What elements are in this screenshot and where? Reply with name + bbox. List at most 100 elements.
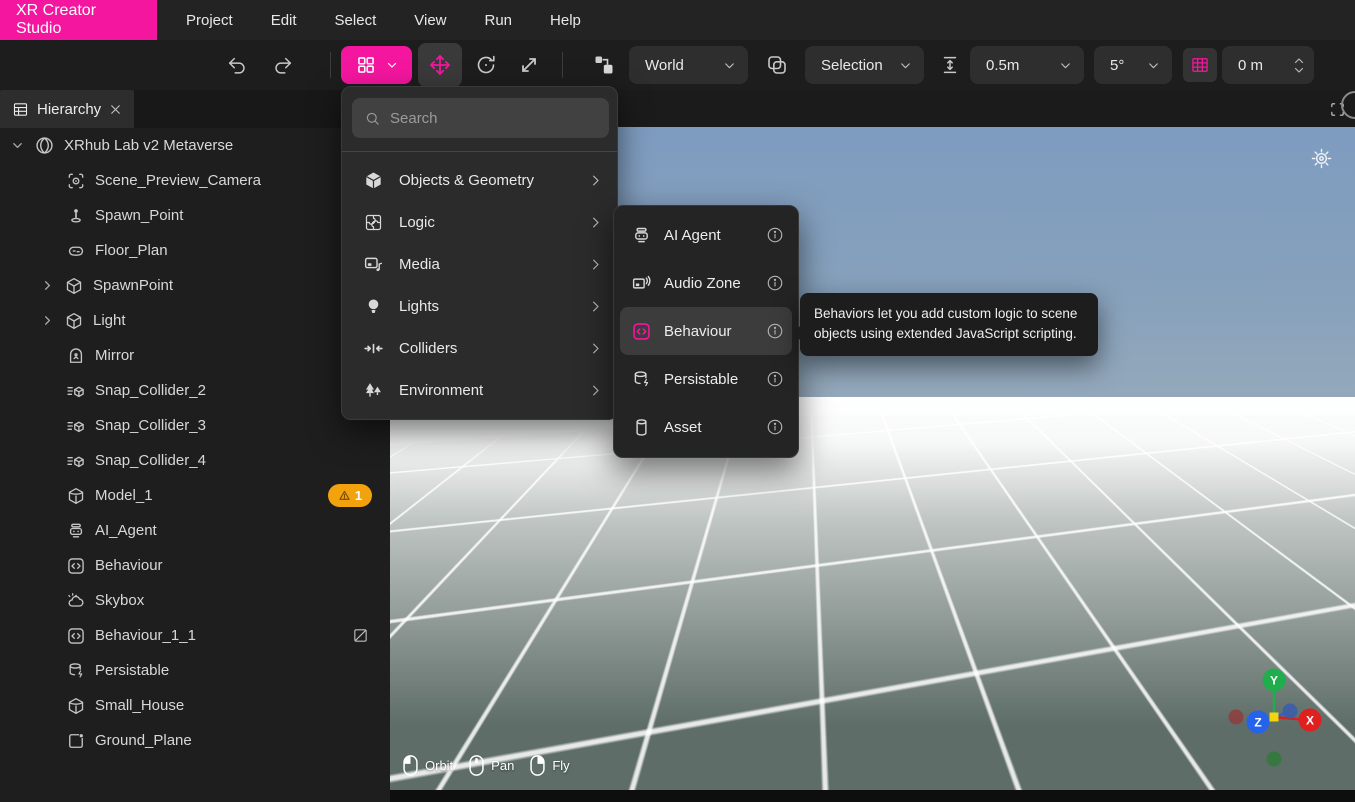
robot-icon <box>66 521 86 541</box>
chevron-down-icon[interactable] <box>10 138 25 153</box>
tree-item[interactable]: Floor_Plan <box>0 233 390 268</box>
height-snap-button[interactable] <box>932 43 968 87</box>
tree-item[interactable]: SpawnPoint <box>0 268 390 303</box>
gizmo-axis-y[interactable]: Y <box>1270 674 1278 688</box>
submenu-asset[interactable]: Asset <box>620 403 792 451</box>
category-lights[interactable]: Lights <box>342 285 617 327</box>
scale-tool-icon <box>517 53 541 77</box>
robot-icon <box>630 225 652 246</box>
add-object-button[interactable] <box>341 46 412 84</box>
category-colliders[interactable]: Colliders <box>342 327 617 369</box>
height-value-stepper[interactable]: 0 m <box>1222 46 1314 84</box>
rotate-snap-dropdown[interactable]: 5° <box>1094 46 1172 84</box>
tree-item[interactable]: Light <box>0 303 390 338</box>
tree-item[interactable]: Persistable <box>0 653 390 688</box>
info-icon[interactable] <box>766 370 784 388</box>
model-cube-icon <box>66 486 86 506</box>
tooltip-text: Behaviors let you add custom logic to sc… <box>814 306 1077 341</box>
warning-badge[interactable]: 1 <box>328 484 372 507</box>
info-icon[interactable] <box>766 322 784 340</box>
tree-item[interactable]: Spawn_Point <box>0 198 390 233</box>
tree-item[interactable]: Small_House <box>0 688 390 723</box>
floor-icon <box>66 241 86 261</box>
gizmo-axis-x[interactable]: X <box>1306 714 1314 728</box>
menu-run[interactable]: Run <box>466 0 532 40</box>
tree-item[interactable]: Scene_Preview_Camera <box>0 163 390 198</box>
category-media[interactable]: Media <box>342 243 617 285</box>
category-objects-geometry[interactable]: Objects & Geometry <box>342 159 617 201</box>
search-box[interactable] <box>352 98 609 138</box>
stepper-arrows-icon[interactable] <box>1293 56 1305 75</box>
move-tool-button[interactable] <box>418 43 462 87</box>
move-snap-dropdown[interactable]: 0.5m <box>970 46 1084 84</box>
chevron-right-icon <box>588 215 603 230</box>
scale-tool-button[interactable] <box>509 43 549 87</box>
snap-collider-icon <box>66 451 86 471</box>
tree-item[interactable]: Mirror <box>0 338 390 373</box>
snap-collider-icon <box>66 416 86 436</box>
submenu-persistable[interactable]: Persistable <box>620 355 792 403</box>
space-dropdown[interactable]: World <box>629 46 748 84</box>
selection-dropdown[interactable]: Selection <box>805 46 924 84</box>
fly-label: Fly <box>552 758 569 773</box>
ground-grid <box>390 415 1355 790</box>
menu-project[interactable]: Project <box>167 0 252 40</box>
submenu-ai-agent[interactable]: AI Agent <box>620 211 792 259</box>
chevron-down-icon <box>899 59 912 72</box>
tree-item[interactable]: AI_Agent <box>0 513 390 548</box>
chevron-down-icon <box>386 59 398 71</box>
redo-button[interactable] <box>270 53 296 77</box>
chevron-right-icon <box>588 173 603 188</box>
plane-icon <box>66 731 86 751</box>
chevron-down-icon <box>1147 59 1160 72</box>
tree-item[interactable]: Skybox <box>0 583 390 618</box>
tree-item-model-1[interactable]: Model_1 1 <box>0 478 390 513</box>
gear-icon[interactable] <box>1310 147 1333 170</box>
category-logic[interactable]: Logic <box>342 201 617 243</box>
hidden-in-scene-icon[interactable] <box>352 627 369 644</box>
tree-item[interactable]: Snap_Collider_3 <box>0 408 390 443</box>
redo-icon <box>272 54 294 76</box>
hierarchy-panel: Hierarchy XRhub Lab v2 Metaverse Scene_P… <box>0 90 390 802</box>
chevron-right-icon[interactable] <box>40 313 55 328</box>
tree-item-behaviour-1-1[interactable]: Behaviour_1_1 <box>0 618 390 653</box>
grid-snap-button[interactable] <box>1183 48 1217 82</box>
info-icon[interactable] <box>766 274 784 292</box>
category-environment[interactable]: Environment <box>342 369 617 411</box>
chevron-right-icon[interactable] <box>40 278 55 293</box>
duplicate-button[interactable] <box>757 43 797 87</box>
menu-view[interactable]: View <box>395 0 465 40</box>
submenu-behaviour[interactable]: Behaviour <box>620 307 792 355</box>
tree-item[interactable]: Ground_Plane <box>0 723 390 758</box>
menu-help[interactable]: Help <box>531 0 600 40</box>
submenu-audio-zone[interactable]: Audio Zone <box>620 259 792 307</box>
app-logo[interactable]: XR Creator Studio <box>0 0 157 40</box>
toolbar-divider <box>330 52 331 78</box>
tree-item[interactable]: Snap_Collider_2 <box>0 373 390 408</box>
undo-button[interactable] <box>224 53 250 77</box>
search-input[interactable] <box>390 110 597 127</box>
tree-item[interactable]: Snap_Collider_4 <box>0 443 390 478</box>
pivot-toggle-button[interactable] <box>584 43 624 87</box>
menu-select[interactable]: Select <box>316 0 396 40</box>
menu-edit[interactable]: Edit <box>252 0 316 40</box>
close-icon[interactable] <box>109 103 122 116</box>
media-icon <box>362 254 384 275</box>
grid-snap-icon <box>1190 55 1210 75</box>
chevron-right-icon <box>588 299 603 314</box>
chevron-right-icon <box>588 341 603 356</box>
orientation-gizmo[interactable]: Y Z X <box>1222 667 1326 777</box>
gizmo-axis-z[interactable]: Z <box>1254 716 1261 730</box>
rotate-tool-button[interactable] <box>466 43 506 87</box>
info-icon[interactable] <box>766 418 784 436</box>
tab-hierarchy[interactable]: Hierarchy <box>0 90 134 128</box>
warning-count: 1 <box>355 488 362 503</box>
cube-icon <box>64 276 84 296</box>
tree-item[interactable]: Behaviour <box>0 548 390 583</box>
add-object-menu: Objects & Geometry Logic Media Lights Co <box>341 86 618 420</box>
tab-label: Hierarchy <box>37 101 101 118</box>
database-bolt-icon <box>66 661 86 681</box>
undo-icon <box>226 54 248 76</box>
info-icon[interactable] <box>766 226 784 244</box>
tree-item-root[interactable]: XRhub Lab v2 Metaverse <box>0 128 390 163</box>
